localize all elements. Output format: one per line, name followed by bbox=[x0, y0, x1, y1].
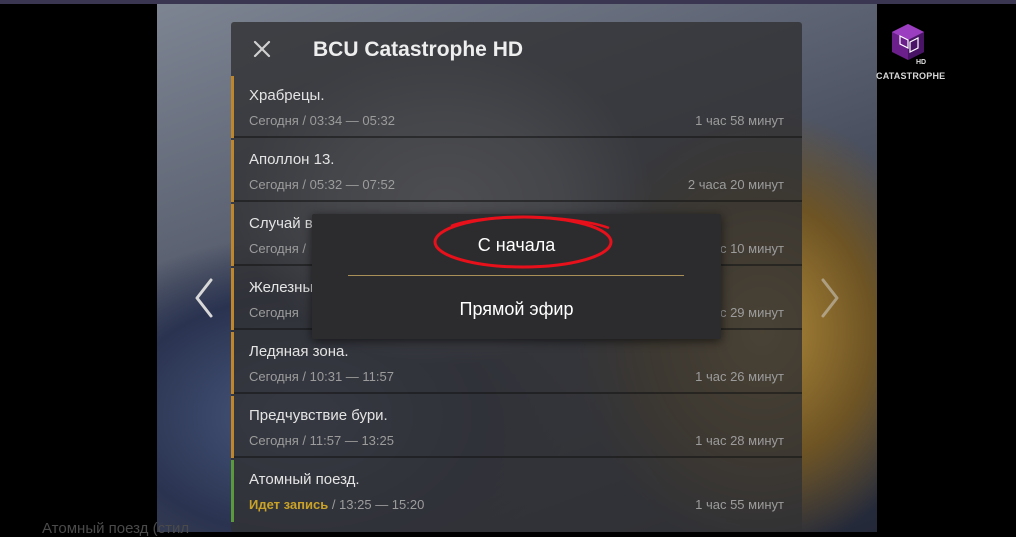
program-time: Сегодня / 05:32 — 07:52 bbox=[249, 177, 395, 192]
program-row[interactable]: Аполлон 13. Сегодня / 05:32 — 07:52 2 ча… bbox=[231, 140, 802, 202]
program-title: Ледяная зона. bbox=[249, 343, 349, 360]
program-duration: 1 час 55 минут bbox=[695, 497, 784, 512]
row-divider bbox=[234, 456, 802, 458]
program-time-range: / 13:25 — 15:20 bbox=[328, 497, 425, 512]
program-time: Сегодня bbox=[249, 305, 299, 320]
program-time: Сегодня / 10:31 — 11:57 bbox=[249, 369, 394, 384]
background-caption: Атомный поезд (стил bbox=[42, 520, 190, 537]
recording-label: Идет запись bbox=[249, 497, 329, 512]
channel-logo: HD CATASTROPHE bbox=[876, 22, 946, 84]
program-row[interactable]: Храбрецы. Сегодня / 03:34 — 05:32 1 час … bbox=[231, 76, 802, 138]
program-duration: с 10 минут bbox=[719, 241, 784, 256]
program-title: Аполлон 13. bbox=[249, 151, 335, 168]
logo-hd-label: HD bbox=[916, 59, 927, 66]
chevron-left-icon[interactable] bbox=[193, 278, 215, 318]
program-title: Железны bbox=[249, 279, 314, 296]
row-divider bbox=[234, 200, 802, 202]
program-row[interactable]: Предчувствие бури. Сегодня / 11:57 — 13:… bbox=[231, 396, 802, 458]
live-button[interactable]: Прямой эфир bbox=[312, 299, 721, 320]
program-duration: 1 час 28 минут bbox=[695, 433, 784, 448]
program-duration: 1 час 26 минут bbox=[695, 369, 784, 384]
program-duration: 1 час 58 минут bbox=[695, 113, 784, 128]
panel-header: BCU Catastrophe HD bbox=[231, 22, 802, 76]
program-time: Идет запись / 13:25 — 15:20 bbox=[249, 497, 424, 512]
popup-divider bbox=[348, 275, 684, 276]
row-divider bbox=[234, 136, 802, 138]
channel-logo-icon bbox=[892, 24, 924, 60]
logo-text: CATASTROPHE bbox=[876, 71, 946, 81]
program-duration: с 29 минут bbox=[719, 305, 784, 320]
program-duration: 2 часа 20 минут bbox=[687, 177, 784, 192]
program-row[interactable]: Ледяная зона. Сегодня / 10:31 — 11:57 1 … bbox=[231, 332, 802, 394]
program-time: Сегодня / 03:34 — 05:32 bbox=[249, 113, 395, 128]
annotation-circle bbox=[433, 215, 613, 269]
program-title: Случай в bbox=[249, 215, 313, 232]
program-time: Сегодня / bbox=[249, 241, 307, 256]
channel-title: BCU Catastrophe HD bbox=[313, 38, 524, 61]
program-time: Сегодня / 11:57 — 13:25 bbox=[249, 433, 394, 448]
row-divider bbox=[234, 392, 802, 394]
chevron-right-icon[interactable] bbox=[819, 278, 841, 318]
program-row-live[interactable]: Атомный поезд. Идет запись / 13:25 — 15:… bbox=[231, 460, 802, 522]
program-title: Предчувствие бури. bbox=[249, 407, 388, 424]
program-title: Атомный поезд. bbox=[249, 471, 360, 488]
close-icon[interactable] bbox=[251, 38, 273, 60]
program-title: Храбрецы. bbox=[249, 87, 325, 104]
